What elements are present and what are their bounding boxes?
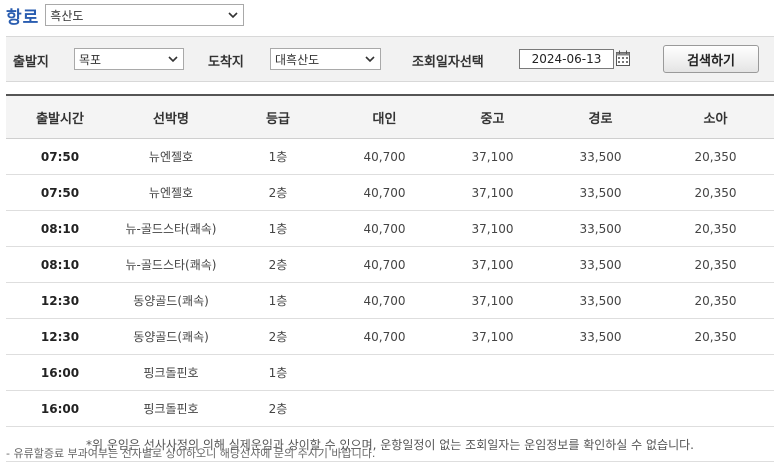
- cell-ship: 동양골드(쾌속): [114, 282, 228, 319]
- cell-student: 37,100: [441, 318, 544, 355]
- cell-child: 20,350: [657, 246, 774, 283]
- cell-student: [441, 390, 544, 427]
- table-row: 08:10 뉴-골드스타(쾌속) 1층 40,700 37,100 33,500…: [6, 210, 774, 247]
- cell-student: 37,100: [441, 174, 544, 211]
- search-panel: 출발지 목포 도착지 대흑산도 조회일자선택 2024-06-13 검색하기: [6, 36, 774, 82]
- chevron-down-icon: [365, 56, 375, 63]
- cell-adult: 40,700: [328, 246, 441, 283]
- cell-class: 2층: [228, 246, 328, 283]
- cell-adult: 40,700: [328, 210, 441, 247]
- chevron-down-icon: [228, 12, 238, 19]
- cell-ship: 핑크돌핀호: [114, 390, 228, 427]
- cell-ship: 뉴-골드스타(쾌속): [114, 210, 228, 247]
- cell-child: 20,350: [657, 138, 774, 175]
- cell-time: 07:50: [6, 138, 114, 175]
- header-adult: 대인: [328, 95, 441, 139]
- cell-adult: 40,700: [328, 174, 441, 211]
- cell-student: 37,100: [441, 246, 544, 283]
- cell-time: 08:10: [6, 246, 114, 283]
- arrival-select[interactable]: 대흑산도: [270, 48, 381, 70]
- cell-student: 37,100: [441, 138, 544, 175]
- cell-class: 1층: [228, 138, 328, 175]
- table-row: 16:00 핑크돌핀호 1층: [6, 354, 774, 391]
- route-select[interactable]: 흑산도: [45, 4, 245, 26]
- header-class: 등급: [228, 95, 328, 139]
- cell-time: 12:30: [6, 318, 114, 355]
- cell-child: 20,350: [657, 174, 774, 211]
- cell-time: 12:30: [6, 282, 114, 319]
- table-row: 07:50 뉴엔젤호 1층 40,700 37,100 33,500 20,35…: [6, 138, 774, 175]
- cell-time: 16:00: [6, 390, 114, 427]
- cell-student: 37,100: [441, 282, 544, 319]
- cell-class: 2층: [228, 318, 328, 355]
- table-row: 12:30 동양골드(쾌속) 1층 40,700 37,100 33,500 2…: [6, 282, 774, 319]
- cell-time: 16:00: [6, 354, 114, 391]
- cell-student: 37,100: [441, 210, 544, 247]
- cell-child: [657, 354, 774, 391]
- route-label: 항로: [6, 7, 40, 28]
- cell-senior: 33,500: [544, 318, 657, 355]
- cell-ship: 뉴엔젤호: [114, 174, 228, 211]
- cell-senior: 33,500: [544, 138, 657, 175]
- date-input[interactable]: 2024-06-13: [519, 49, 614, 69]
- header-senior: 경로: [544, 95, 657, 139]
- cell-child: 20,350: [657, 318, 774, 355]
- cell-child: [657, 390, 774, 427]
- cell-senior: [544, 390, 657, 427]
- route-select-value: 흑산도: [50, 8, 84, 23]
- cell-class: 1층: [228, 210, 328, 247]
- arrival-label: 도착지: [208, 55, 244, 70]
- cell-student: [441, 354, 544, 391]
- header-ship-name: 선박명: [114, 95, 228, 139]
- cell-adult: 40,700: [328, 138, 441, 175]
- fuel-surcharge-footnote: - 유류할증료 부과여부는 선사별로 상이하오니 해당선사에 문의 주시기 바랍…: [6, 447, 376, 460]
- cell-adult: [328, 354, 441, 391]
- header-departure-time: 출발시간: [6, 95, 114, 139]
- cell-senior: [544, 354, 657, 391]
- table-row: 12:30 동양골드(쾌속) 2층 40,700 37,100 33,500 2…: [6, 318, 774, 355]
- cell-class: 1층: [228, 354, 328, 391]
- cell-ship: 뉴-골드스타(쾌속): [114, 246, 228, 283]
- table-row: 16:00 핑크돌핀호 2층: [6, 390, 774, 427]
- cell-senior: 33,500: [544, 210, 657, 247]
- schedule-table: 출발시간 선박명 등급 대인 중고 경로 소아 07:50 뉴엔젤호 1층 40…: [6, 94, 774, 462]
- cell-time: 07:50: [6, 174, 114, 211]
- departure-select-value: 목포: [79, 52, 102, 67]
- search-button[interactable]: 검색하기: [663, 45, 759, 73]
- chevron-down-icon: [168, 56, 178, 63]
- arrival-select-value: 대흑산도: [275, 52, 320, 67]
- departure-select[interactable]: 목포: [74, 48, 184, 70]
- cell-adult: [328, 390, 441, 427]
- cell-time: 08:10: [6, 210, 114, 247]
- cell-class: 2층: [228, 390, 328, 427]
- header-child: 소아: [657, 95, 774, 139]
- cell-adult: 40,700: [328, 318, 441, 355]
- header-student: 중고: [441, 95, 544, 139]
- cell-ship: 동양골드(쾌속): [114, 318, 228, 355]
- calendar-icon[interactable]: [616, 50, 630, 66]
- cell-ship: 핑크돌핀호: [114, 354, 228, 391]
- table-row: 07:50 뉴엔젤호 2층 40,700 37,100 33,500 20,35…: [6, 174, 774, 211]
- table-header-row: 출발시간 선박명 등급 대인 중고 경로 소아: [6, 95, 774, 139]
- cell-child: 20,350: [657, 210, 774, 247]
- cell-class: 2층: [228, 174, 328, 211]
- table-row: 08:10 뉴-골드스타(쾌속) 2층 40,700 37,100 33,500…: [6, 246, 774, 283]
- cell-senior: 33,500: [544, 174, 657, 211]
- cell-senior: 33,500: [544, 282, 657, 319]
- date-label: 조회일자선택: [412, 55, 484, 70]
- cell-adult: 40,700: [328, 282, 441, 319]
- cell-ship: 뉴엔젤호: [114, 138, 228, 175]
- cell-class: 1층: [228, 282, 328, 319]
- departure-label: 출발지: [13, 55, 49, 70]
- cell-child: 20,350: [657, 282, 774, 319]
- cell-senior: 33,500: [544, 246, 657, 283]
- route-bar: 항로 흑산도: [6, 3, 245, 28]
